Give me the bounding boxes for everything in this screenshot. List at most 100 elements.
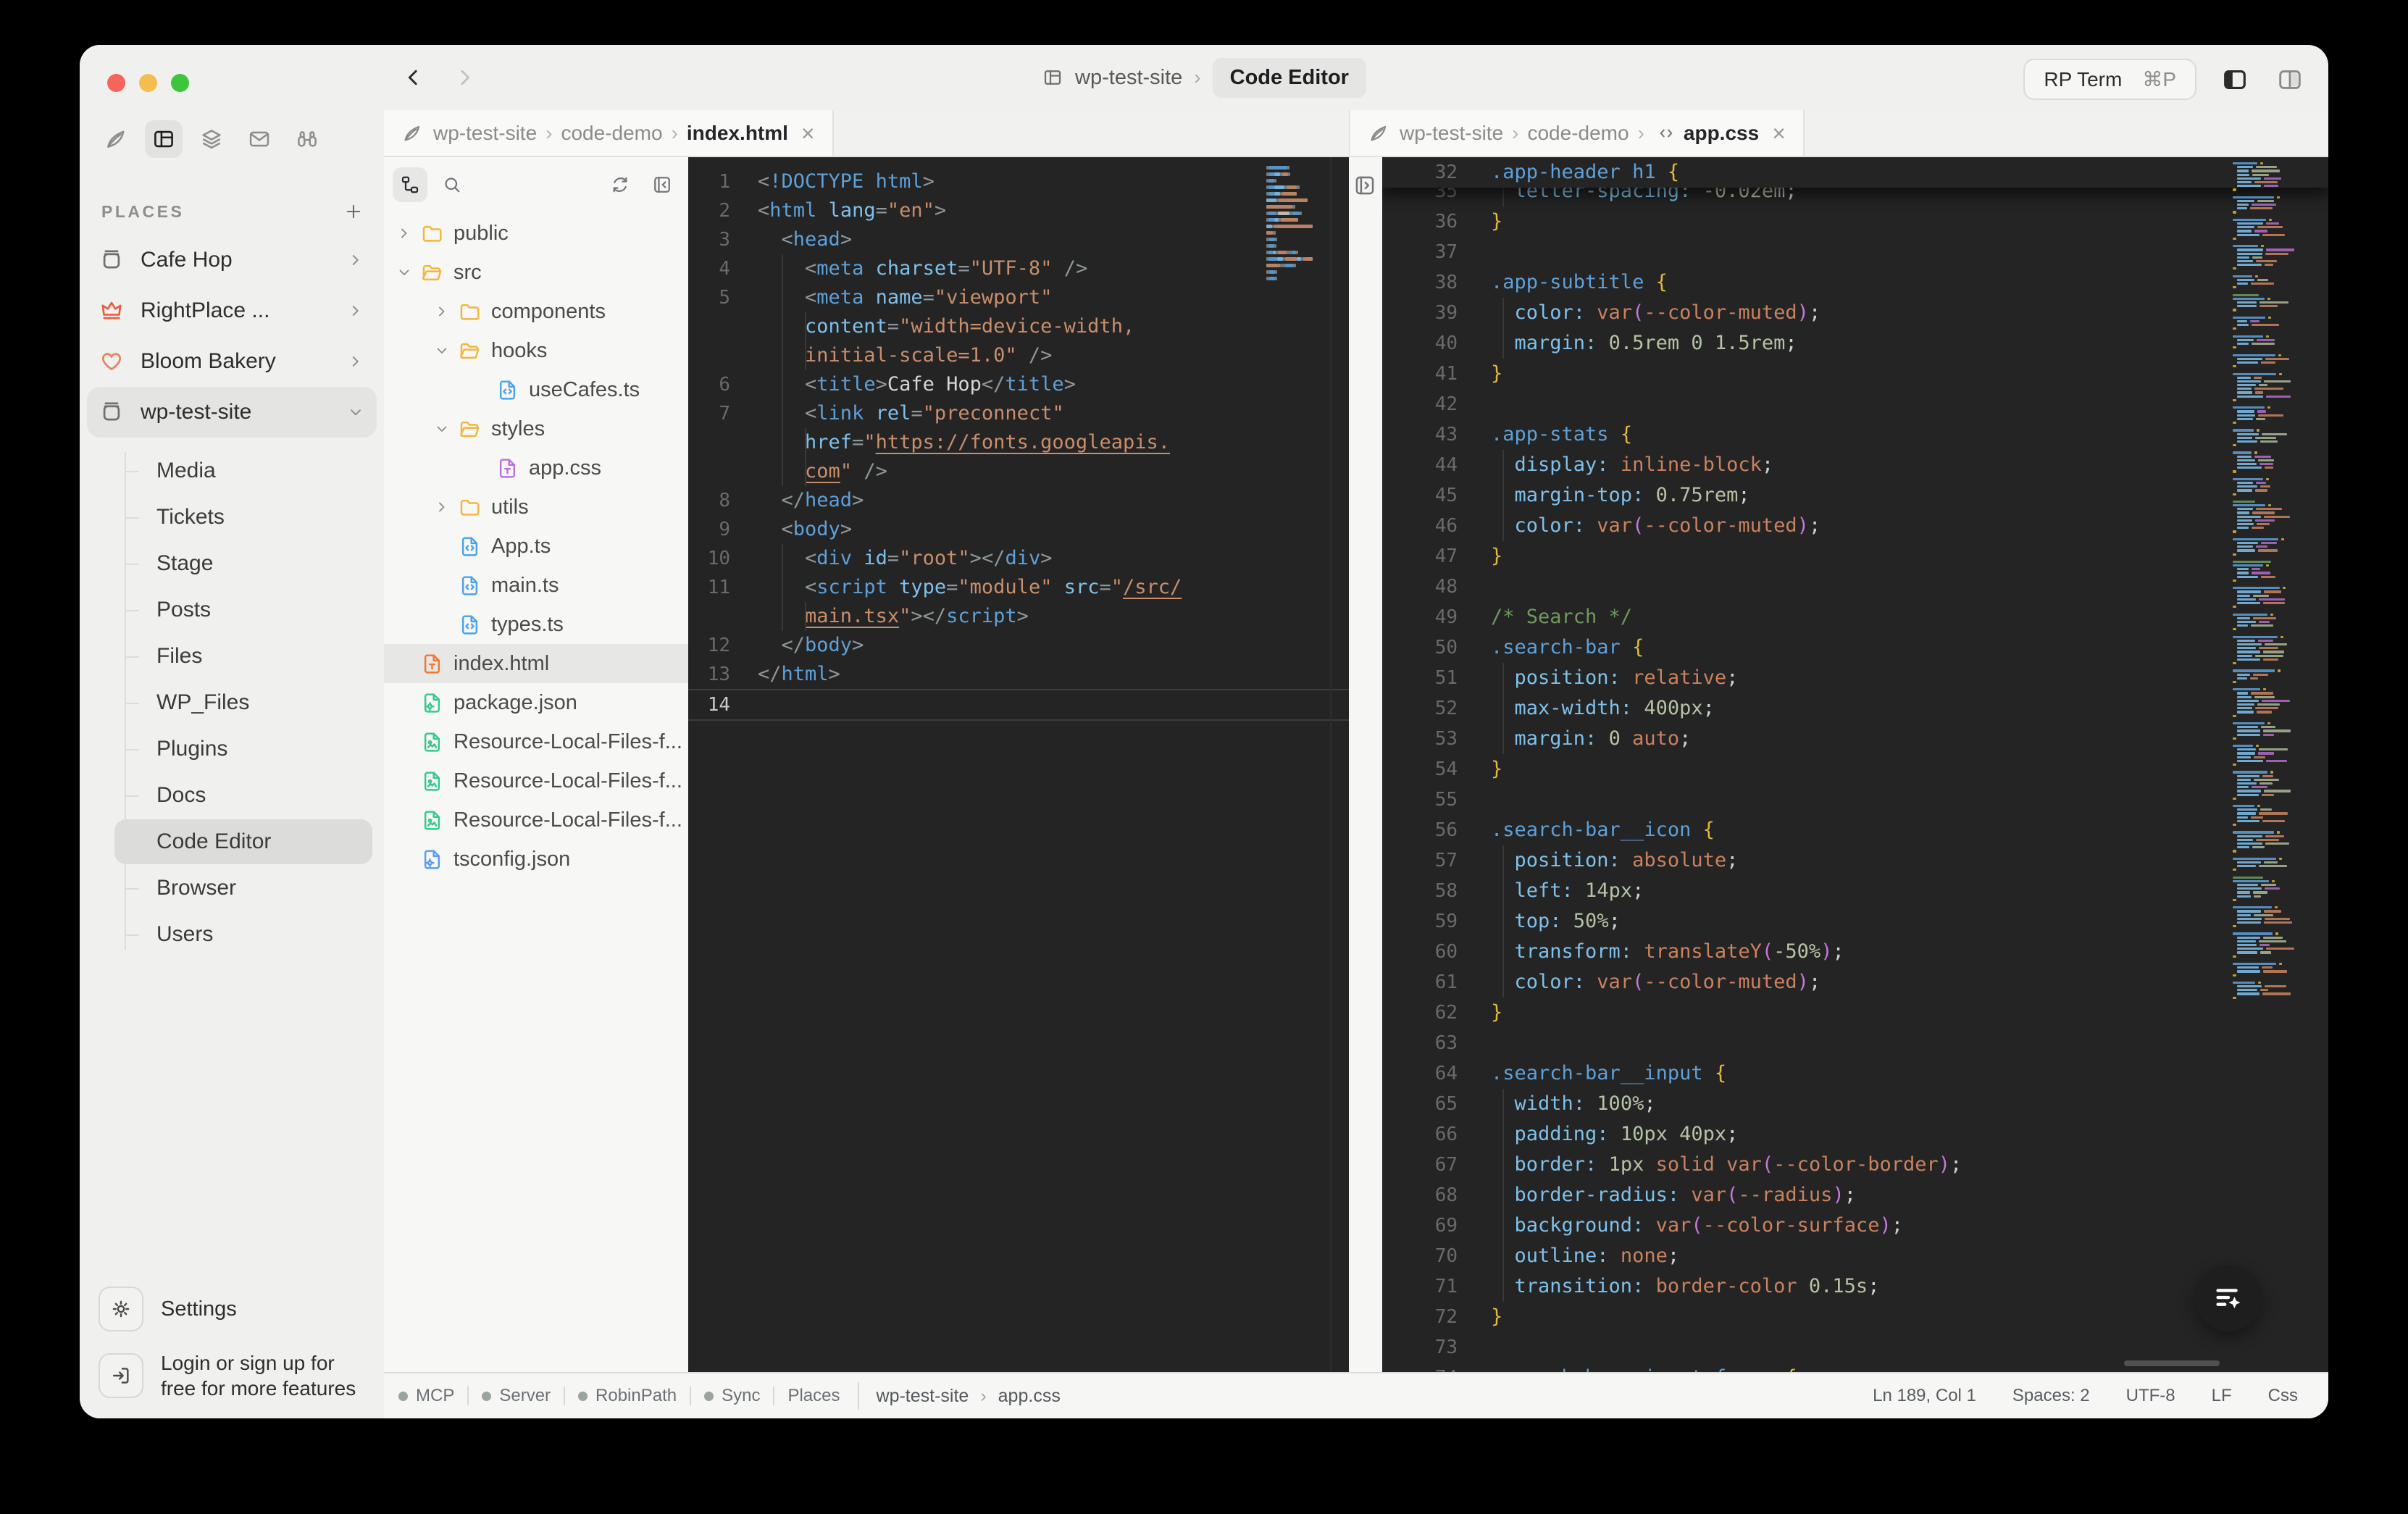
tree-item-main-ts[interactable]: main.ts bbox=[384, 566, 688, 605]
tree-item-hooks[interactable]: hooks bbox=[384, 331, 688, 370]
code-line-62[interactable]: 62} bbox=[1382, 998, 2328, 1028]
tab-file-name[interactable]: index.html bbox=[687, 122, 788, 145]
status-service-sync[interactable]: Sync bbox=[704, 1386, 760, 1406]
gear-icon[interactable] bbox=[99, 1287, 143, 1331]
horizontal-scrollbar[interactable] bbox=[2124, 1360, 2220, 1366]
minimap[interactable] bbox=[1266, 164, 1329, 288]
minimize-window-button[interactable] bbox=[139, 74, 157, 92]
close-tab-icon[interactable]: × bbox=[801, 122, 815, 145]
code-line-6[interactable]: 6 <title>Cafe Hop</title> bbox=[688, 370, 1349, 399]
ai-actions-button[interactable] bbox=[2195, 1265, 2262, 1331]
settings-row[interactable]: Settings bbox=[99, 1287, 374, 1331]
code-line-47[interactable]: 47} bbox=[1382, 541, 2328, 572]
rp-term-button[interactable]: RP Term ⌘P bbox=[2023, 59, 2196, 100]
code-line-54[interactable]: 54} bbox=[1382, 754, 2328, 785]
code-line-3[interactable]: 3 <head> bbox=[688, 225, 1349, 254]
code-line[interactable]: href="https://fonts.googleapis. bbox=[688, 428, 1349, 457]
tab-path-segment[interactable]: wp-test-site bbox=[1400, 122, 1503, 145]
history-back-button[interactable] bbox=[397, 61, 430, 94]
code-line-46[interactable]: 46 color: var(--color-muted); bbox=[1382, 511, 2328, 541]
tab-file-name[interactable]: app.css bbox=[1684, 122, 1759, 145]
minimap[interactable] bbox=[2231, 162, 2320, 1003]
close-tab-icon[interactable]: × bbox=[1772, 122, 1786, 145]
code-line[interactable]: initial-scale=1.0" /> bbox=[688, 341, 1349, 370]
status-indicator[interactable]: LF bbox=[2212, 1386, 2232, 1406]
code-line-61[interactable]: 61 color: var(--color-muted); bbox=[1382, 967, 2328, 998]
login-icon[interactable] bbox=[99, 1353, 143, 1398]
editor-pane-app-css[interactable]: 32.app-header h1 {35 letter-spacing: -0.… bbox=[1382, 157, 2328, 1372]
zoom-window-button[interactable] bbox=[171, 74, 189, 92]
code-line-56[interactable]: 56.search-bar__icon { bbox=[1382, 815, 2328, 845]
sidebar-item-users[interactable]: Users bbox=[80, 911, 384, 958]
status-indicator[interactable]: Ln 189, Col 1 bbox=[1873, 1386, 1976, 1406]
code-line-70[interactable]: 70 outline: none; bbox=[1382, 1241, 2328, 1271]
chevron-right-icon[interactable] bbox=[429, 303, 455, 320]
code-line-52[interactable]: 52 max-width: 400px; bbox=[1382, 693, 2328, 724]
code-line-60[interactable]: 60 transform: translateY(-50%); bbox=[1382, 937, 2328, 967]
tree-item-tsconfig-json[interactable]: tsconfig.json bbox=[384, 840, 688, 879]
code-line-40[interactable]: 40 margin: 0.5rem 0 1.5rem; bbox=[1382, 328, 2328, 359]
code-line-55[interactable]: 55 bbox=[1382, 785, 2328, 815]
chevron-right-icon[interactable] bbox=[429, 498, 455, 516]
code-line-63[interactable]: 63 bbox=[1382, 1028, 2328, 1058]
tree-item-package-json[interactable]: package.json bbox=[384, 683, 688, 722]
chevron-right-icon[interactable] bbox=[346, 301, 365, 320]
tree-item-utils[interactable]: utils bbox=[384, 488, 688, 527]
code-line-51[interactable]: 51 position: relative; bbox=[1382, 663, 2328, 693]
add-place-button[interactable] bbox=[339, 197, 368, 226]
refresh-icon[interactable] bbox=[603, 167, 637, 202]
code-line-39[interactable]: 39 color: var(--color-muted); bbox=[1382, 298, 2328, 328]
code-line-14[interactable]: 14 bbox=[688, 689, 1349, 721]
history-forward-button[interactable] bbox=[448, 61, 481, 94]
sidebar-item-stage[interactable]: Stage bbox=[80, 540, 384, 587]
code-line-59[interactable]: 59 top: 50%; bbox=[1382, 906, 2328, 937]
status-indicator[interactable]: UTF-8 bbox=[2126, 1386, 2175, 1406]
tree-item-styles[interactable]: styles bbox=[384, 409, 688, 448]
code-line-41[interactable]: 41} bbox=[1382, 359, 2328, 389]
sidebar-item-wp-files[interactable]: WP_Files bbox=[80, 679, 384, 726]
tree-item-usecafes-ts[interactable]: useCafes.ts bbox=[384, 370, 688, 409]
sidebar-item-media[interactable]: Media bbox=[80, 448, 384, 494]
code-line-7[interactable]: 7 <link rel="preconnect" bbox=[688, 399, 1349, 428]
code-line-2[interactable]: 2<html lang="en"> bbox=[688, 196, 1349, 225]
tree-item-resource-local-files-f-[interactable]: Resource-Local-Files-f... bbox=[384, 722, 688, 761]
code-line[interactable]: com" /> bbox=[688, 457, 1349, 486]
sidebar-item-docs[interactable]: Docs bbox=[80, 772, 384, 819]
sidebar-place-rightplace-[interactable]: RightPlace ... bbox=[87, 285, 377, 336]
chevron-down-icon[interactable] bbox=[429, 342, 455, 359]
code-line-67[interactable]: 67 border: 1px solid var(--color-border)… bbox=[1382, 1150, 2328, 1180]
tree-item-app-ts[interactable]: App.ts bbox=[384, 527, 688, 566]
tab-path-segment[interactable]: code-demo bbox=[561, 122, 662, 145]
code-line-48[interactable]: 48 bbox=[1382, 572, 2328, 602]
code-line-64[interactable]: 64.search-bar__input { bbox=[1382, 1058, 2328, 1089]
code-line-13[interactable]: 13</html> bbox=[688, 660, 1349, 689]
code-line-57[interactable]: 57 position: absolute; bbox=[1382, 845, 2328, 876]
sidebar-item-posts[interactable]: Posts bbox=[80, 587, 384, 633]
code-line-32[interactable]: 32.app-header h1 { bbox=[1382, 157, 2328, 188]
tree-item-public[interactable]: public bbox=[384, 214, 688, 253]
status-service-mcp[interactable]: MCP bbox=[398, 1386, 454, 1406]
tab-path-segment[interactable]: code-demo bbox=[1527, 122, 1629, 145]
sidebar-item-browser[interactable]: Browser bbox=[80, 865, 384, 911]
chevron-down-icon[interactable] bbox=[429, 420, 455, 438]
code-line-35[interactable]: 35 letter-spacing: -0.02em; bbox=[1382, 188, 2328, 206]
status-service-server[interactable]: Server bbox=[482, 1386, 551, 1406]
code-line[interactable]: main.tsx"></script> bbox=[688, 602, 1349, 631]
code-line-9[interactable]: 9 <body> bbox=[688, 515, 1349, 544]
code-line[interactable]: content="width=device-width, bbox=[688, 312, 1349, 341]
status-indicator[interactable]: Css bbox=[2268, 1386, 2298, 1406]
code-line-50[interactable]: 50.search-bar { bbox=[1382, 632, 2328, 663]
chevron-right-icon[interactable] bbox=[346, 251, 365, 269]
status-service-robinpath[interactable]: RobinPath bbox=[578, 1386, 677, 1406]
code-line-42[interactable]: 42 bbox=[1382, 389, 2328, 419]
sidebar-item-plugins[interactable]: Plugins bbox=[80, 726, 384, 772]
sidebar-place-wp-test-site[interactable]: wp-test-site bbox=[87, 387, 377, 438]
status-places[interactable]: Places bbox=[787, 1386, 840, 1406]
sidebar-item-tickets[interactable]: Tickets bbox=[80, 494, 384, 540]
code-line-53[interactable]: 53 margin: 0 auto; bbox=[1382, 724, 2328, 754]
status-path-segment[interactable]: wp-test-site bbox=[877, 1386, 969, 1407]
editor-pane-index-html[interactable]: 1<!DOCTYPE html>2<html lang="en">3 <head… bbox=[688, 157, 1349, 1372]
code-line-71[interactable]: 71 transition: border-color 0.15s; bbox=[1382, 1271, 2328, 1302]
sidebar-place-bloom-bakery[interactable]: Bloom Bakery bbox=[87, 336, 377, 387]
tree-view-icon[interactable] bbox=[393, 167, 427, 202]
